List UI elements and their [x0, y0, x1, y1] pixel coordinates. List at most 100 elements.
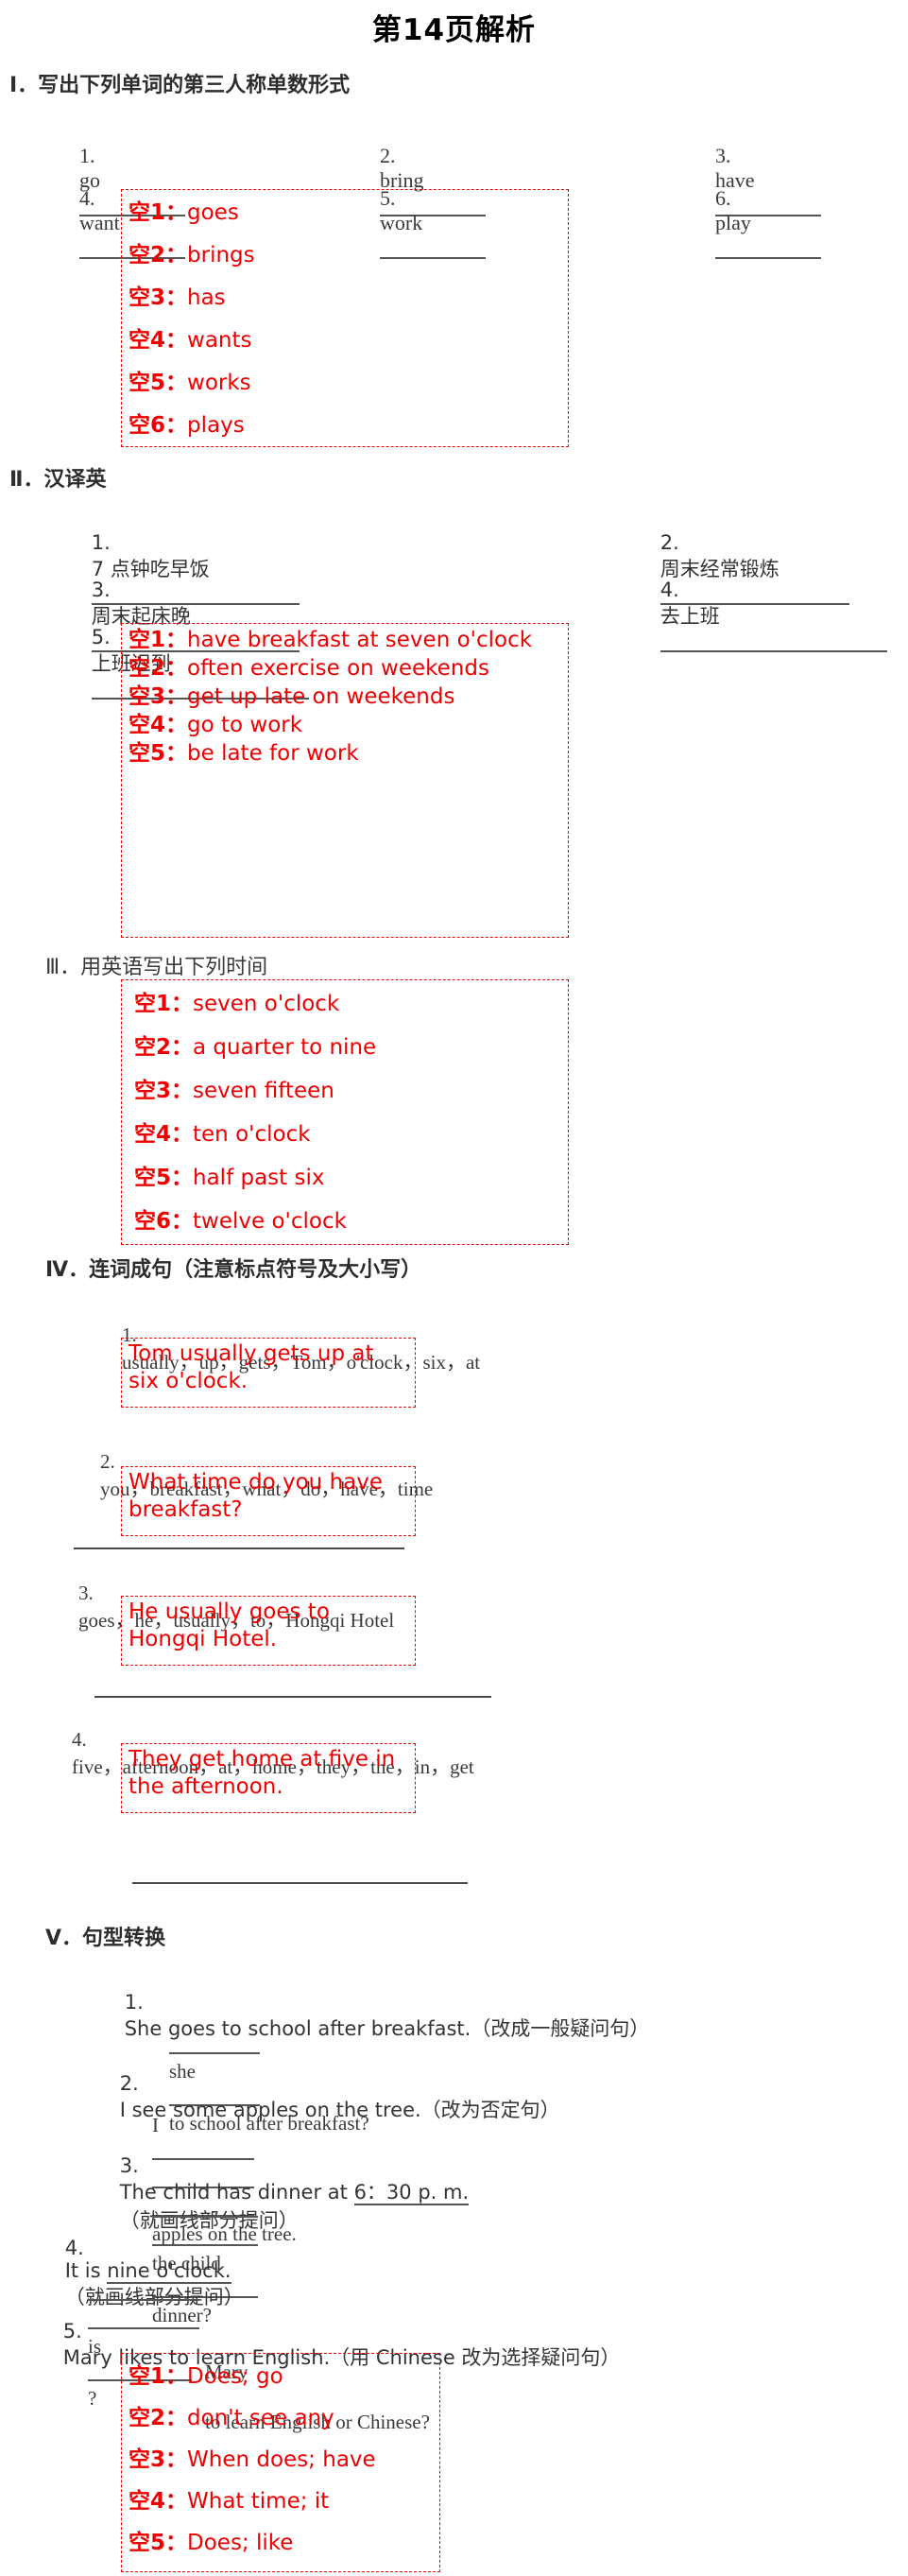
- answer-sentence: They get home at five in the afternoon.: [128, 1747, 396, 1799]
- answer-row: 空2：brings: [128, 234, 562, 277]
- answer-blank[interactable]: [715, 235, 821, 260]
- answer-value: works: [187, 371, 251, 395]
- item-number: 6.: [715, 186, 731, 210]
- answer-value: go to work: [187, 713, 303, 737]
- answer-row: 空1：Does; go: [128, 2356, 434, 2397]
- answer-box-4-2: What time do you have breakfast?: [121, 1466, 416, 1536]
- item-number: 1.: [124, 1991, 144, 2014]
- answer-sentence: Tom usually gets up at six o'clock.: [128, 1341, 374, 1393]
- answer-row: 空4：go to work: [128, 711, 562, 739]
- section-heading-1: Ⅰ．写出下列单词的第三人称单数形式: [9, 74, 351, 97]
- item-number: 4.: [79, 186, 95, 210]
- answer-row: 空5：be late for work: [128, 739, 562, 768]
- item-number: 1.: [91, 531, 111, 554]
- answer-key: 空4：: [128, 328, 188, 353]
- answer-value: brings: [187, 243, 255, 268]
- item-number: 5.: [62, 2320, 82, 2343]
- answer-key: 空3：: [128, 2447, 188, 2472]
- item-word: want: [79, 211, 120, 234]
- answer-key: 空2：: [128, 2406, 188, 2430]
- answer-value: When does; have: [187, 2447, 376, 2472]
- answer-key: 空6：: [134, 1209, 194, 1234]
- answer-value: often exercise on weekends: [187, 656, 489, 681]
- answer-row: 空2：don't see any: [128, 2397, 434, 2439]
- item-sentence-underlined: 6：30 p. m.: [353, 2181, 470, 2205]
- answer-row: 空2：often exercise on weekends: [128, 654, 562, 683]
- answer-value: Does; like: [187, 2531, 294, 2555]
- item-number: 2.: [660, 531, 679, 554]
- answer-row: 空3：has: [128, 277, 562, 320]
- answer-key: 空4：: [128, 713, 188, 737]
- answer-key: 空1：: [128, 628, 188, 652]
- item-word: play: [715, 211, 751, 234]
- answer-value: don't see any: [187, 2406, 334, 2430]
- answer-row: 空4：ten o'clock: [128, 1113, 562, 1156]
- answer-row: 空3：get up late on weekends: [128, 683, 562, 711]
- page-title: 第14页解析: [371, 13, 537, 47]
- answer-key: 空5：: [134, 1166, 194, 1190]
- worksheet-page: 第14页解析 Ⅰ．写出下列单词的第三人称单数形式 1. go 2. bring …: [0, 0, 908, 2576]
- answer-box-section-3: 空1：seven o'clock 空2：a quarter to nine 空3…: [121, 979, 569, 1245]
- answer-row: 空5：works: [128, 362, 562, 405]
- exercise-1-item-6: 6. play: [694, 162, 821, 289]
- section-heading-3: Ⅲ．用英语写出下列时间: [45, 956, 268, 979]
- answer-value: Does; go: [187, 2364, 283, 2389]
- answer-key: 空5：: [128, 741, 188, 766]
- answer-row: 空4：What time; it: [128, 2481, 434, 2522]
- answer-box-section-2: 空1：have breakfast at seven o'clock 空2：of…: [121, 623, 569, 938]
- answer-row: 空5：half past six: [128, 1156, 562, 1200]
- answer-key: 空3：: [128, 285, 188, 310]
- answer-row: 空1：goes: [128, 192, 562, 234]
- answer-key: 空1：: [128, 2364, 188, 2389]
- answer-key: 空2：: [128, 243, 188, 268]
- answer-key: 空5：: [128, 371, 188, 395]
- answer-box-4-3: He usually goes to Hongqi Hotel.: [121, 1596, 416, 1666]
- answer-value: get up late on weekends: [187, 684, 455, 709]
- item-number: 5.: [91, 626, 111, 648]
- answer-key: 空4：: [128, 2489, 188, 2514]
- answer-row: 空1：have breakfast at seven o'clock: [128, 626, 562, 654]
- item-number: 3.: [91, 579, 111, 601]
- answer-sentence: He usually goes to Hongqi Hotel.: [128, 1599, 330, 1651]
- answer-key: 空3：: [134, 1079, 194, 1103]
- answer-value: ten o'clock: [193, 1122, 311, 1147]
- answer-key: 空1：: [128, 200, 188, 225]
- item-number: 4.: [660, 579, 679, 601]
- answer-value: twelve o'clock: [193, 1209, 347, 1234]
- answer-row: 空3：seven fifteen: [128, 1069, 562, 1113]
- answer-blank[interactable]: [660, 630, 887, 653]
- answer-row: 空5：Does; like: [128, 2522, 434, 2564]
- answer-box-4-4: They get home at five in the afternoon.: [121, 1743, 416, 1813]
- answer-value: What time; it: [187, 2489, 330, 2514]
- answer-value: plays: [187, 413, 245, 438]
- writing-rule-line: [74, 1547, 404, 1549]
- answer-row: 空6：plays: [128, 405, 562, 447]
- answer-box-4-1: Tom usually gets up at six o'clock.: [121, 1338, 416, 1408]
- answer-key: 空2：: [134, 1035, 194, 1060]
- writing-rule-line: [132, 1882, 468, 1884]
- answer-box-section-5: 空1：Does; go 空2：don't see any 空3：When doe…: [121, 2353, 440, 2572]
- item-number: 2.: [100, 1450, 115, 1473]
- answer-value: half past six: [193, 1166, 325, 1190]
- answer-key: 空1：: [134, 992, 194, 1016]
- answer-row: 空6：twelve o'clock: [128, 1200, 562, 1243]
- answer-key: 空3：: [128, 684, 188, 709]
- section-heading-2: Ⅱ．汉译英: [9, 468, 107, 492]
- writing-rule-line: [94, 1696, 491, 1698]
- answer-value: goes: [187, 200, 239, 225]
- item-phrase: 去上班: [660, 605, 720, 628]
- answer-value: wants: [187, 328, 252, 353]
- exercise-2-item-4: 4. 去上班: [635, 556, 887, 680]
- answer-sentence: What time do you have breakfast?: [128, 1470, 384, 1522]
- answer-value: a quarter to nine: [193, 1035, 377, 1060]
- section-heading-4: Ⅳ．连词成句（注意标点符号及大小写）: [45, 1258, 422, 1282]
- answer-row: 空2：a quarter to nine: [128, 1026, 562, 1069]
- answer-key: 空6：: [128, 413, 188, 438]
- answer-value: have breakfast at seven o'clock: [187, 628, 533, 652]
- answer-value: seven fifteen: [193, 1079, 334, 1103]
- answer-row: 空4：wants: [128, 320, 562, 362]
- answer-row: 空1：seven o'clock: [128, 982, 562, 1026]
- answer-value: has: [187, 285, 226, 310]
- answer-key: 空4：: [134, 1122, 194, 1147]
- answer-value: seven o'clock: [193, 992, 340, 1016]
